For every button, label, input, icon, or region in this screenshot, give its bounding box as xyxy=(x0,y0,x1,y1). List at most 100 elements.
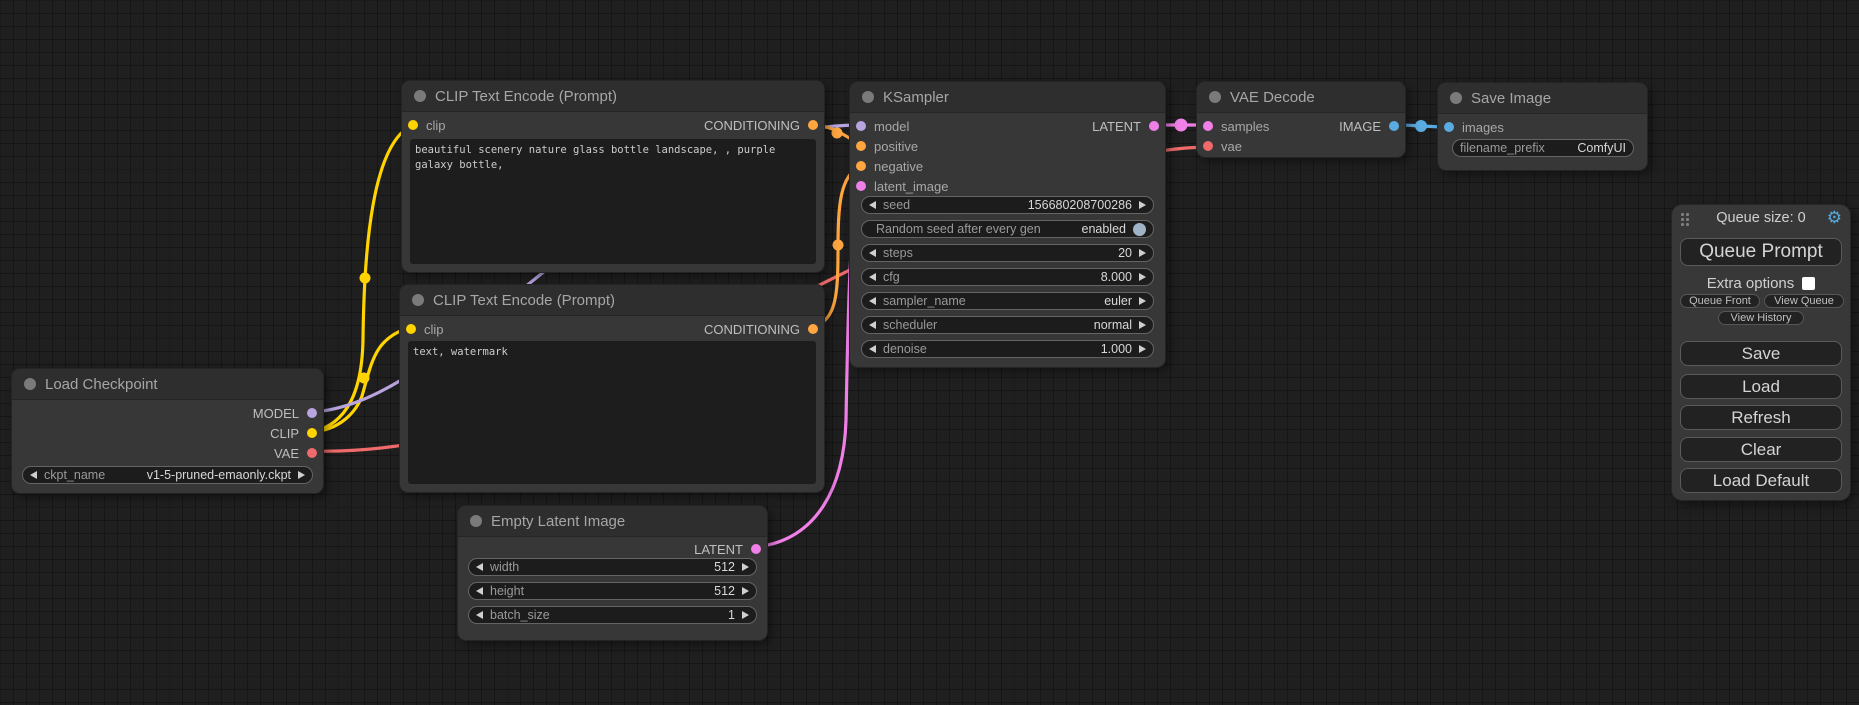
collapse-dot-icon[interactable] xyxy=(412,294,424,306)
wire-midpoint-dot xyxy=(359,373,370,384)
widget-label: batch_size xyxy=(490,608,721,622)
collapse-dot-icon[interactable] xyxy=(24,378,36,390)
positive-input-port[interactable] xyxy=(856,141,866,151)
clear-button[interactable]: Clear xyxy=(1680,437,1842,462)
denoise-widget[interactable]: denoise 1.000 xyxy=(861,340,1154,358)
vae-output-port[interactable] xyxy=(307,448,317,458)
decrement-icon[interactable] xyxy=(476,587,483,595)
batch-size-widget[interactable]: batch_size 1 xyxy=(468,606,757,624)
node-title-bar[interactable]: KSampler xyxy=(850,82,1165,113)
sampler-name-widget[interactable]: sampler_name euler xyxy=(861,292,1154,310)
widget-label: steps xyxy=(883,246,1111,260)
ckpt-name-widget[interactable]: ckpt_name v1-5-pruned-emaonly.ckpt xyxy=(22,466,313,484)
height-widget[interactable]: height 512 xyxy=(468,582,757,600)
increment-icon[interactable] xyxy=(742,587,749,595)
decrement-icon[interactable] xyxy=(869,201,876,209)
widget-value: 512 xyxy=(714,584,735,598)
node-title-bar[interactable]: VAE Decode xyxy=(1197,82,1405,113)
clip-output-port[interactable] xyxy=(307,428,317,438)
decrement-icon[interactable] xyxy=(476,563,483,571)
collapse-dot-icon[interactable] xyxy=(1209,91,1221,103)
node-clip-text-encode-positive[interactable]: CLIP Text Encode (Prompt) clip CONDITION… xyxy=(402,81,824,272)
collapse-dot-icon[interactable] xyxy=(414,90,426,102)
node-vae-decode[interactable]: VAE Decode samples IMAGE vae xyxy=(1197,82,1405,157)
images-input-port[interactable] xyxy=(1444,122,1454,132)
queue-front-button[interactable]: Queue Front xyxy=(1680,294,1760,308)
save-button[interactable]: Save xyxy=(1680,341,1842,366)
negative-input-port[interactable] xyxy=(856,161,866,171)
prev-value-icon[interactable] xyxy=(869,297,876,305)
decrement-icon[interactable] xyxy=(476,611,483,619)
node-graph-canvas[interactable]: Load Checkpoint MODEL CLIP VAE ckpt_name… xyxy=(0,0,1859,705)
increment-icon[interactable] xyxy=(742,611,749,619)
collapse-dot-icon[interactable] xyxy=(470,515,482,527)
increment-icon[interactable] xyxy=(1139,249,1146,257)
clip-input-port[interactable] xyxy=(408,120,418,130)
output-label: MODEL xyxy=(253,406,299,421)
node-ksampler[interactable]: KSampler model LATENT positive negative … xyxy=(850,82,1165,367)
samples-input-port[interactable] xyxy=(1203,121,1213,131)
increment-icon[interactable] xyxy=(1139,201,1146,209)
queue-prompt-button[interactable]: Queue Prompt xyxy=(1680,238,1842,266)
decrement-icon[interactable] xyxy=(869,345,876,353)
increment-icon[interactable] xyxy=(1139,345,1146,353)
node-title-bar[interactable]: Save Image xyxy=(1438,83,1647,114)
refresh-button[interactable]: Refresh xyxy=(1680,405,1842,430)
next-value-icon[interactable] xyxy=(1139,297,1146,305)
increment-icon[interactable] xyxy=(742,563,749,571)
latent-output-port[interactable] xyxy=(751,544,761,554)
filename-prefix-widget[interactable]: filename_prefix ComfyUI xyxy=(1452,139,1634,157)
node-clip-text-encode-negative[interactable]: CLIP Text Encode (Prompt) clip CONDITION… xyxy=(400,285,824,492)
widget-value: 1.000 xyxy=(1101,342,1132,356)
extra-options-checkbox[interactable] xyxy=(1802,277,1815,290)
extra-options-label: Extra options xyxy=(1707,275,1795,292)
increment-icon[interactable] xyxy=(1139,273,1146,281)
conditioning-output-port[interactable] xyxy=(808,120,818,130)
node-load-checkpoint[interactable]: Load Checkpoint MODEL CLIP VAE ckpt_name… xyxy=(12,369,323,493)
node-title-bar[interactable]: Empty Latent Image xyxy=(458,506,767,537)
load-default-button[interactable]: Load Default xyxy=(1680,468,1842,493)
seed-widget[interactable]: seed 156680208700286 xyxy=(861,196,1154,214)
node-title-bar[interactable]: CLIP Text Encode (Prompt) xyxy=(402,81,824,112)
vae-input-port[interactable] xyxy=(1203,141,1213,151)
input-label: clip xyxy=(424,322,444,337)
image-output-port[interactable] xyxy=(1389,121,1399,131)
prompt-textarea[interactable]: text, watermark xyxy=(408,341,816,484)
load-button[interactable]: Load xyxy=(1680,374,1842,399)
model-output-port[interactable] xyxy=(307,408,317,418)
decrement-icon[interactable] xyxy=(869,273,876,281)
next-value-icon[interactable] xyxy=(298,471,305,479)
node-save-image[interactable]: Save Image images filename_prefix ComfyU… xyxy=(1438,83,1647,170)
view-queue-button[interactable]: View Queue xyxy=(1764,294,1844,308)
decrement-icon[interactable] xyxy=(869,249,876,257)
conditioning-output-port[interactable] xyxy=(808,324,818,334)
width-widget[interactable]: width 512 xyxy=(468,558,757,576)
collapse-dot-icon[interactable] xyxy=(862,91,874,103)
input-label: images xyxy=(1462,120,1504,135)
steps-widget[interactable]: steps 20 xyxy=(861,244,1154,262)
input-label: positive xyxy=(874,139,918,154)
queue-panel[interactable]: Queue size: 0 ⚙ Queue Prompt Extra optio… xyxy=(1672,205,1850,500)
toggle-icon[interactable] xyxy=(1133,223,1146,236)
control-after-generate-widget[interactable]: Random seed after every gen enabled xyxy=(861,220,1154,238)
next-value-icon[interactable] xyxy=(1139,321,1146,329)
scheduler-widget[interactable]: scheduler normal xyxy=(861,316,1154,334)
wire-midpoint-dot xyxy=(1175,119,1188,132)
collapse-dot-icon[interactable] xyxy=(1450,92,1462,104)
widget-value: 8.000 xyxy=(1101,270,1132,284)
settings-gear-icon[interactable]: ⚙ xyxy=(1827,207,1842,229)
node-title-bar[interactable]: CLIP Text Encode (Prompt) xyxy=(400,285,824,316)
clip-input-port[interactable] xyxy=(406,324,416,334)
latent-image-input-port[interactable] xyxy=(856,181,866,191)
prev-value-icon[interactable] xyxy=(869,321,876,329)
widget-value: 156680208700286 xyxy=(1028,198,1132,212)
model-input-port[interactable] xyxy=(856,121,866,131)
prev-value-icon[interactable] xyxy=(30,471,37,479)
node-empty-latent-image[interactable]: Empty Latent Image LATENT width 512 heig… xyxy=(458,506,767,640)
cfg-widget[interactable]: cfg 8.000 xyxy=(861,268,1154,286)
node-title: Save Image xyxy=(1471,90,1551,107)
view-history-button[interactable]: View History xyxy=(1718,311,1804,325)
prompt-textarea[interactable]: beautiful scenery nature glass bottle la… xyxy=(410,139,816,264)
latent-output-port[interactable] xyxy=(1149,121,1159,131)
node-title-bar[interactable]: Load Checkpoint xyxy=(12,369,323,400)
